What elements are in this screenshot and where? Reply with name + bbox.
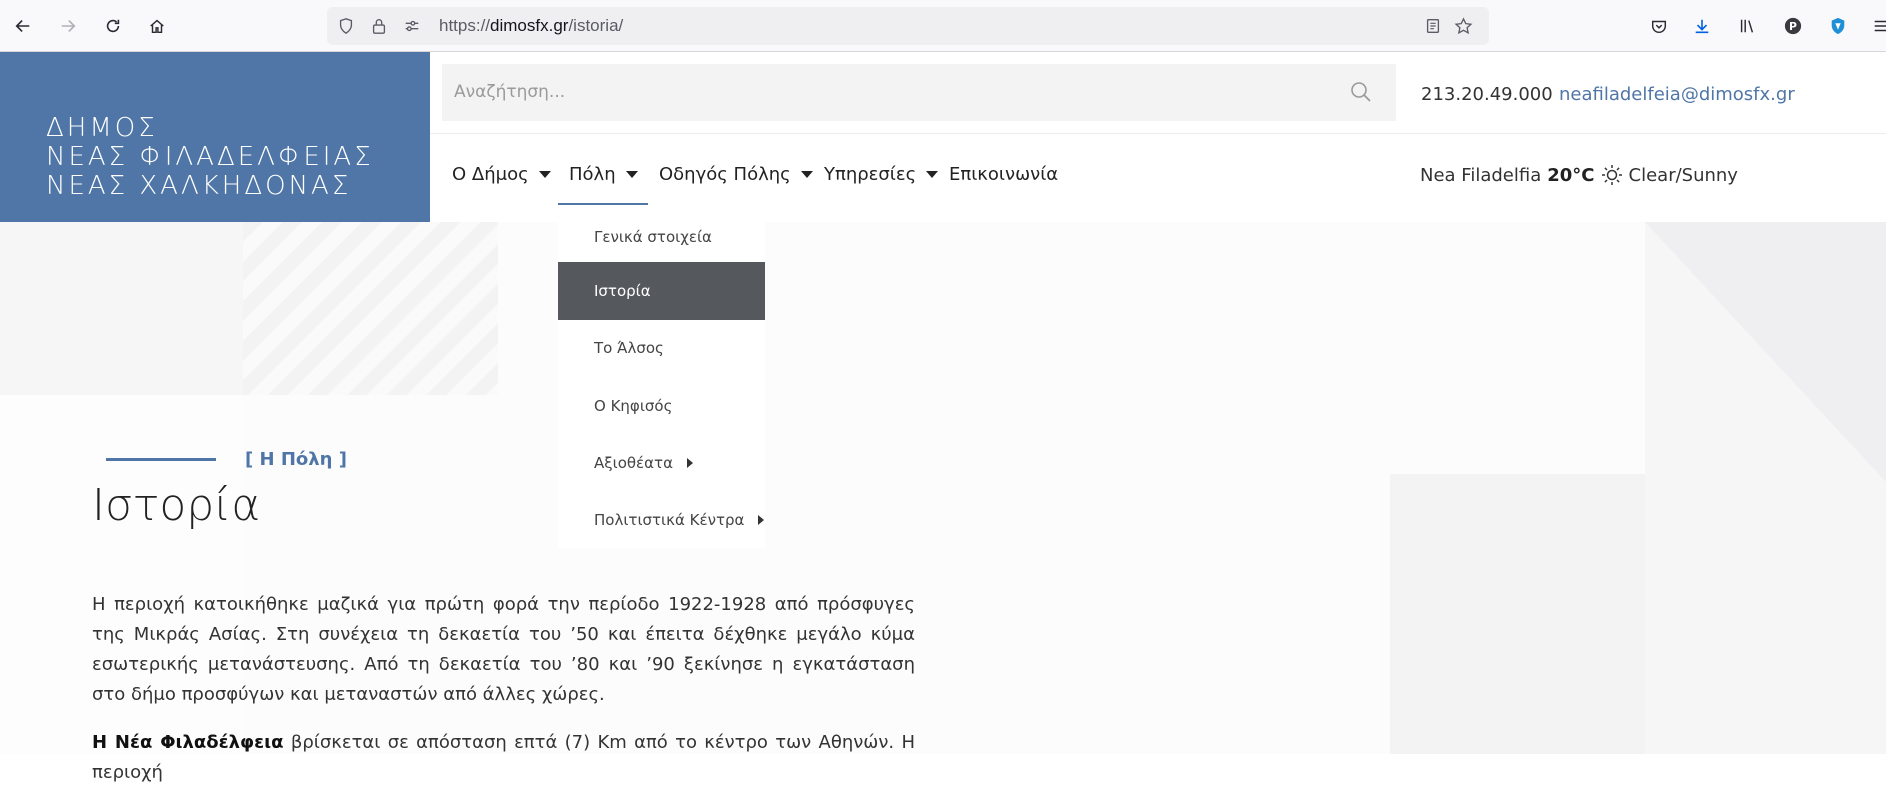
url-domain: dimosfx.gr xyxy=(490,16,569,35)
nav-active-indicator xyxy=(558,203,648,205)
search-icon[interactable] xyxy=(1350,81,1372,103)
paragraph-1: Η περιοχή κατοικήθηκε μαζικά για πρώτη φ… xyxy=(92,594,915,705)
breadcrumb[interactable]: [ Η Πόλη ] xyxy=(245,449,347,470)
back-icon[interactable] xyxy=(10,13,36,39)
library-icon[interactable] xyxy=(1734,13,1760,39)
home-icon[interactable] xyxy=(144,13,170,39)
nav-item-label: Ο Δήμος xyxy=(452,164,529,185)
chevron-down-icon xyxy=(926,171,939,178)
downloads-icon[interactable] xyxy=(1689,13,1715,39)
dropdown-item-politistika-kentra[interactable]: Πολιτιστικά Κέντρα xyxy=(558,491,765,549)
browser-toolbar: https://dimosfx.gr/istoria/ P xyxy=(0,0,1886,52)
chevron-down-icon xyxy=(538,171,551,178)
weather-condition: Clear/Sunny xyxy=(1628,164,1738,186)
dropdown-item-label: Αξιοθέατα xyxy=(594,454,673,472)
lock-icon[interactable] xyxy=(369,16,389,36)
nav-item-dimos[interactable]: Ο Δήμος xyxy=(452,164,551,185)
chevron-down-icon xyxy=(625,171,638,178)
menu-icon[interactable] xyxy=(1868,13,1886,39)
dropdown-item-label: Ο Κηφισός xyxy=(594,397,673,415)
search-placeholder: Αναζήτηση... xyxy=(454,82,566,102)
url-path: /istoria/ xyxy=(568,16,624,35)
decorative-triangle xyxy=(1645,222,1886,482)
nav-item-label: Επικοινωνία xyxy=(949,164,1059,185)
dropdown-item-istoria[interactable]: Ιστορία xyxy=(558,262,765,320)
url-bar[interactable]: https://dimosfx.gr/istoria/ xyxy=(327,7,1489,45)
dropdown-menu-poli: Γενικά στοιχεία Ιστορία Το Άλσος Ο Κηφισ… xyxy=(558,208,765,548)
url-prefix: https:// xyxy=(439,16,491,35)
nav-item-label: Υπηρεσίες xyxy=(824,164,917,185)
profile-icon[interactable]: P xyxy=(1780,13,1806,39)
logo-line-2: ΝΕΑΣ ΦΙΛΑΔΕΛΦΕΙΑΣ xyxy=(46,142,374,172)
svg-text:P: P xyxy=(1789,20,1797,33)
paragraph-2-bold: Η Νέα Φιλαδέλφεια xyxy=(92,732,284,753)
weather-place: Nea Filadelfia xyxy=(1420,164,1542,186)
permissions-icon[interactable] xyxy=(402,16,422,36)
dropdown-item-label: Ιστορία xyxy=(594,282,651,300)
phone-number[interactable]: 213.20.49.000 xyxy=(1421,84,1553,105)
dropdown-item-alsos[interactable]: Το Άλσος xyxy=(558,319,765,377)
logo-line-3: ΝΕΑΣ ΧΑΛΚΗΔΟΝΑΣ xyxy=(46,171,352,201)
site-logo[interactable]: ΔΗΜΟΣ ΝΕΑΣ ΦΙΛΑΔΕΛΦΕΙΑΣ ΝΕΑΣ ΧΑΛΚΗΔΟΝΑΣ xyxy=(0,52,430,222)
email-link[interactable]: neafiladelfeia@dimosfx.gr xyxy=(1559,84,1795,105)
url-text[interactable]: https://dimosfx.gr/istoria/ xyxy=(439,16,623,36)
bookmark-star-icon[interactable] xyxy=(1453,16,1473,36)
search-input[interactable]: Αναζήτηση... xyxy=(442,64,1396,121)
weather-temp: 20°C xyxy=(1547,164,1595,186)
dropdown-item-genika-stoixeia[interactable]: Γενικά στοιχεία xyxy=(558,208,765,266)
dropdown-item-label: Γενικά στοιχεία xyxy=(594,228,712,246)
chevron-down-icon xyxy=(800,171,813,178)
shield-icon[interactable] xyxy=(336,16,356,36)
decorative-stripes xyxy=(243,222,498,395)
pocket-icon[interactable] xyxy=(1646,13,1672,39)
nav-item-label: Πόλη xyxy=(569,164,616,185)
header-divider xyxy=(430,133,1886,134)
reader-view-icon[interactable] xyxy=(1423,16,1443,36)
reload-icon[interactable] xyxy=(100,13,126,39)
paragraph-2: Η Νέα Φιλαδέλφεια βρίσκεται σε απόσταση … xyxy=(92,728,915,788)
decorative-block xyxy=(1390,474,1645,754)
sun-icon xyxy=(1601,165,1622,185)
dropdown-item-kifisos[interactable]: Ο Κηφισός xyxy=(558,377,765,435)
breadcrumb-line xyxy=(106,458,216,461)
dropdown-item-axiotheata[interactable]: Αξιοθέατα xyxy=(558,434,765,492)
chevron-right-icon xyxy=(686,458,693,468)
extension-shield-icon[interactable] xyxy=(1825,13,1851,39)
nav-item-epikoinonia[interactable]: Επικοινωνία xyxy=(949,164,1058,185)
dropdown-item-label: Το Άλσος xyxy=(594,339,664,357)
chevron-right-icon xyxy=(758,515,765,525)
logo-line-1: ΔΗΜΟΣ xyxy=(46,113,158,143)
weather-widget: Nea Filadelfia 20°C Clear/Sunny xyxy=(1420,164,1738,186)
nav-item-ypiresies[interactable]: Υπηρεσίες xyxy=(824,164,939,185)
nav-item-odigos-polis[interactable]: Οδηγός Πόλης xyxy=(659,164,813,185)
nav-item-poli[interactable]: Πόλη xyxy=(569,164,638,185)
dropdown-item-label: Πολιτιστικά Κέντρα xyxy=(594,511,745,529)
nav-item-label: Οδηγός Πόλης xyxy=(659,164,791,185)
forward-icon[interactable] xyxy=(55,13,81,39)
page-title: Ιστορία xyxy=(92,480,261,531)
